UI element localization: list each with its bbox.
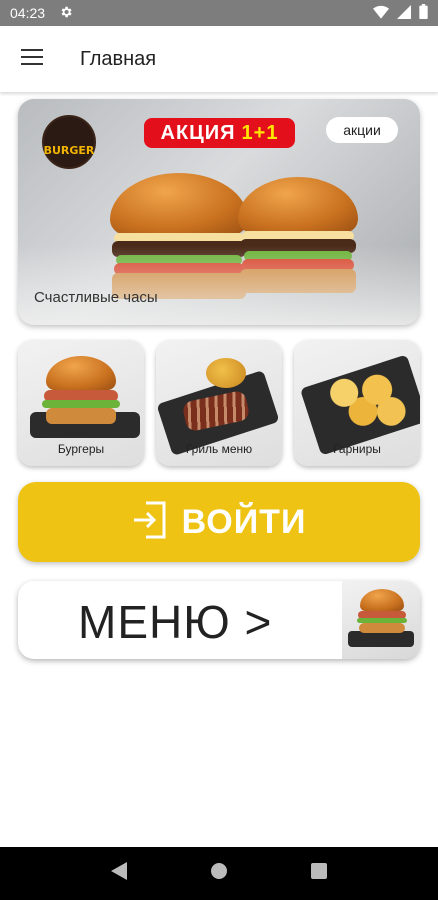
potato-wedges-image [316, 368, 410, 430]
battery-icon [419, 4, 428, 22]
promo-badge-text: АКЦИЯ [160, 121, 236, 144]
promo-chip-button[interactable]: акции [326, 117, 398, 143]
settings-gear-icon [59, 5, 73, 22]
hamburger-menu-icon [21, 48, 43, 70]
login-icon [132, 501, 168, 544]
category-card-sides[interactable]: Гарниры [294, 340, 420, 466]
status-time: 04:23 [10, 5, 46, 21]
burger-image [42, 356, 120, 436]
hamburger-menu-button[interactable] [0, 27, 64, 91]
menu-card[interactable]: МЕНЮ > [18, 581, 420, 659]
login-label: ВОЙТИ [181, 502, 307, 541]
login-button[interactable]: ВОЙТИ [18, 482, 420, 562]
promo-badge-number: 1+1 [241, 121, 279, 144]
category-card-grill[interactable]: Гриль меню [156, 340, 282, 466]
category-card-burgers[interactable]: Бургеры [18, 340, 144, 466]
nav-recents-button[interactable] [310, 863, 327, 884]
wifi-icon [373, 5, 389, 22]
system-nav-bar [0, 847, 438, 900]
promo-smoke-overlay [18, 245, 420, 325]
brand-logo-text: BURGER [43, 144, 95, 157]
promo-banner[interactable]: BURGER АКЦИЯ 1+1 акции Счастливые часы [18, 99, 420, 325]
category-label: Гарниры [333, 442, 381, 456]
app-bar: Главная [0, 26, 438, 92]
nav-back-button[interactable] [111, 862, 128, 885]
category-label: Бургеры [57, 442, 105, 456]
page-title: Главная [80, 47, 157, 70]
menu-label: МЕНЮ > [78, 596, 273, 648]
category-label: Гриль меню [185, 442, 253, 456]
brand-logo: BURGER [42, 115, 96, 169]
nav-home-button[interactable] [210, 862, 228, 885]
status-bar: 04:23 [0, 0, 438, 26]
signal-icon [397, 4, 411, 22]
grill-potato-image [206, 358, 246, 388]
menu-burger-image [342, 581, 420, 659]
promo-caption: Счастливые часы [34, 289, 158, 306]
promo-badge: АКЦИЯ 1+1 [144, 118, 295, 148]
